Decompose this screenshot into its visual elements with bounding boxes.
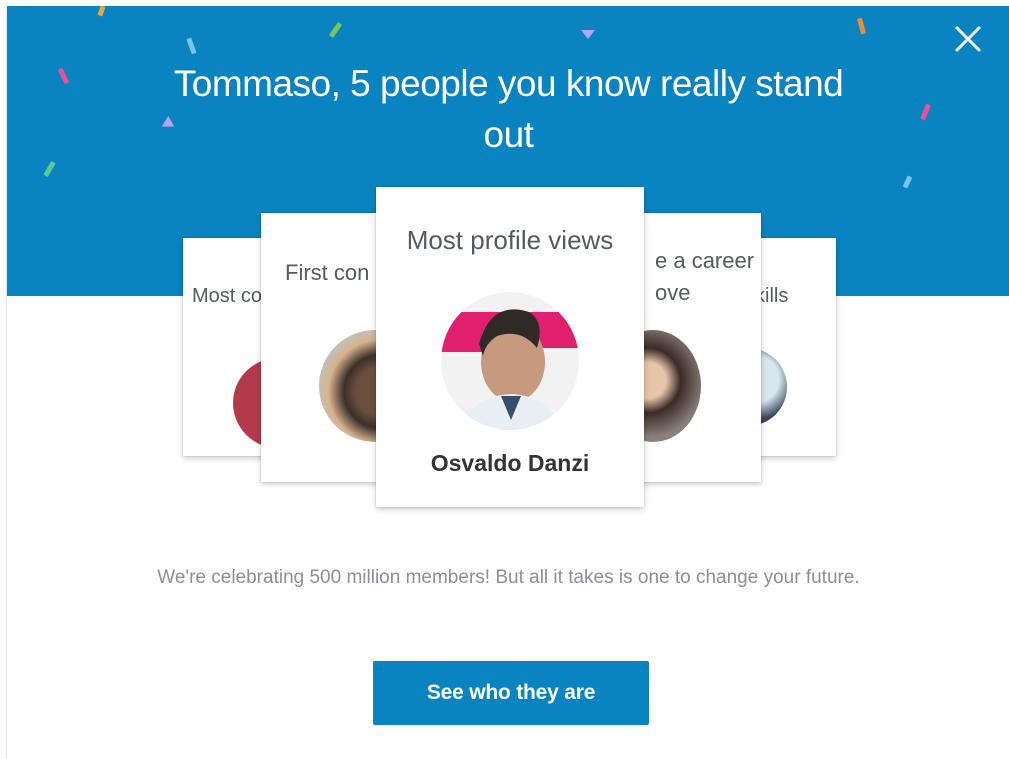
confetti: [43, 160, 56, 178]
card-title: Most co: [192, 285, 263, 307]
confetti: [97, 6, 106, 17]
confetti: [581, 30, 595, 39]
confetti: [57, 67, 70, 85]
card-title: e a career ove: [655, 248, 755, 305]
confetti: [902, 175, 913, 189]
close-button[interactable]: [953, 24, 983, 54]
confetti: [920, 103, 931, 121]
headline: Tommaso, 5 people you know really stand …: [173, 63, 844, 155]
person-photo: [441, 292, 579, 430]
avatar: [441, 292, 579, 430]
card-title: First con: [285, 260, 370, 285]
confetti: [186, 37, 197, 55]
card-title: Most profile views: [406, 225, 614, 255]
confetti: [328, 22, 343, 38]
celebration-message: We're celebrating 500 million members! B…: [157, 567, 860, 588]
close-icon: [955, 26, 981, 52]
see-who-they-are-button[interactable]: See who they are: [373, 661, 649, 725]
celebration-modal: Tommaso, 5 people you know really stand …: [6, 6, 1009, 759]
person-name[interactable]: Osvaldo Danzi: [376, 450, 644, 477]
confetti: [857, 17, 866, 35]
person-card-featured[interactable]: Most profile views Osvaldo Danzi: [376, 187, 644, 507]
